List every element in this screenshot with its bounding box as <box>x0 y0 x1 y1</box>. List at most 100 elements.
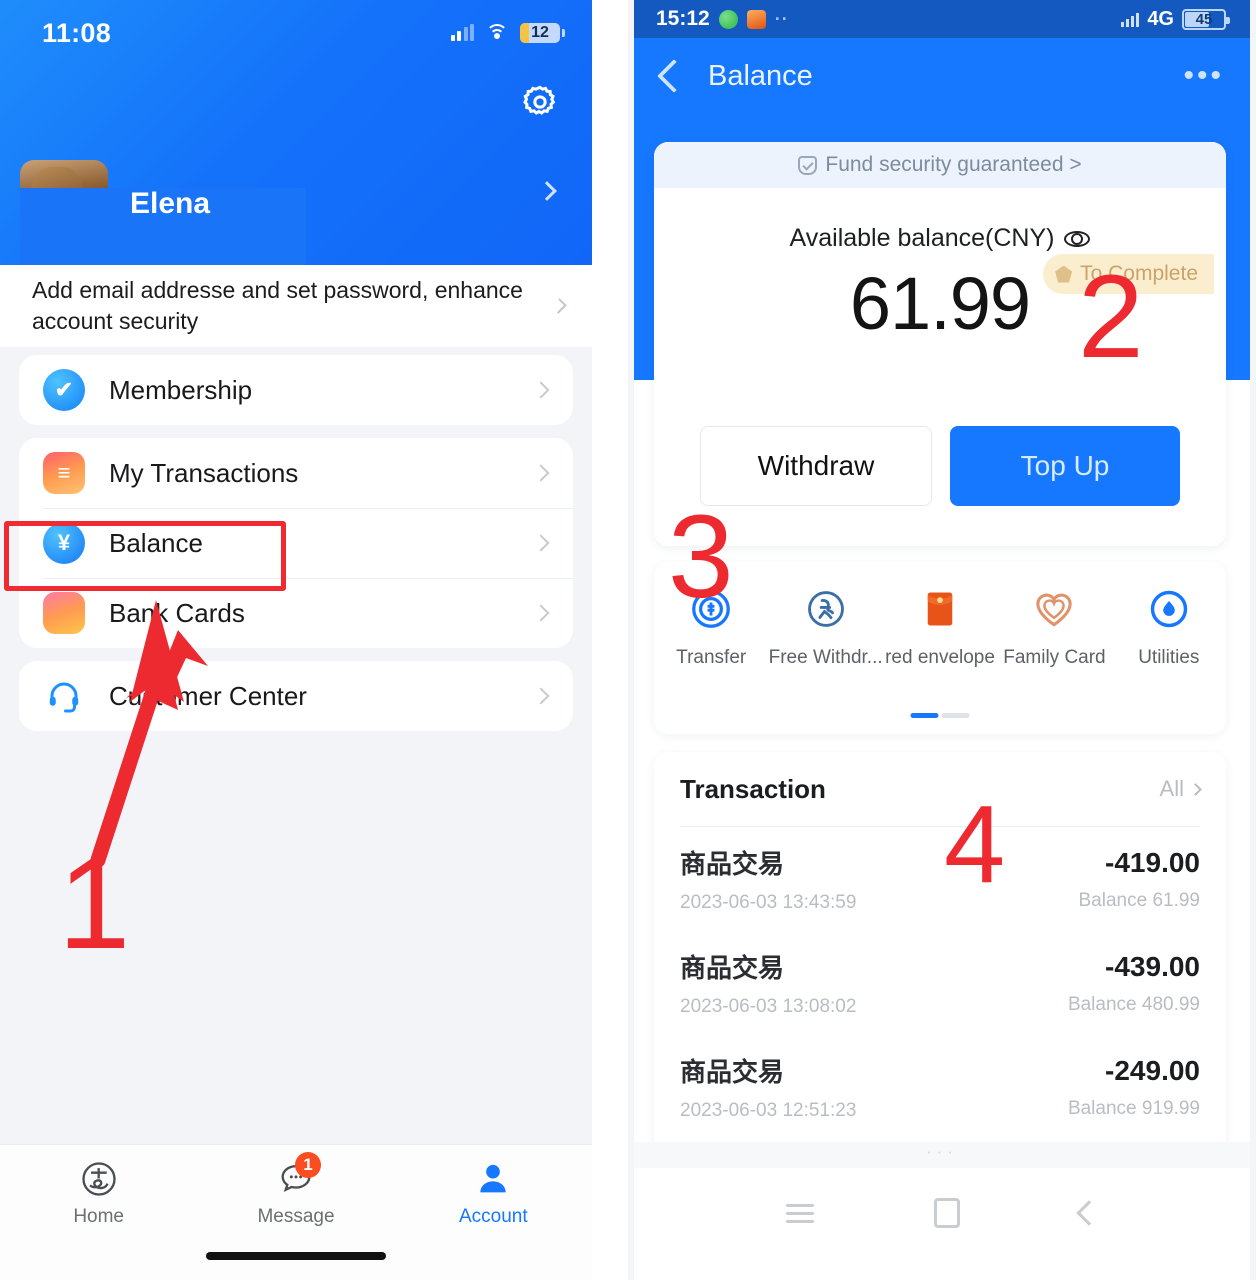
transaction-datetime: 2023-06-03 13:08:02 <box>680 996 857 1017</box>
sidebar-item-balance[interactable]: ¥ Balance <box>19 508 573 578</box>
tab-label: Home <box>73 1206 124 1227</box>
network-type: 4G <box>1147 7 1174 30</box>
profile-summary[interactable]: Elena <box>20 160 572 266</box>
notification-green-icon <box>718 9 738 29</box>
table-row[interactable]: 商品交易 2023-06-03 12:51:23 -249.00 Balance… <box>680 1035 1200 1139</box>
tab-label: Message <box>257 1206 335 1227</box>
service-family-card[interactable]: Family Card <box>997 584 1111 669</box>
transaction-all-link[interactable]: All <box>1159 776 1202 802</box>
transaction-header: Transaction All <box>680 752 1202 826</box>
transaction-name: 商品交易 <box>680 953 785 983</box>
chevron-right-icon <box>532 381 550 399</box>
status-time: 15:12 <box>656 7 710 30</box>
badge-shield-icon <box>1055 265 1073 283</box>
bottom-tabbar: Home 1 Message Account <box>0 1144 592 1280</box>
balance-label-row: Available balance(CNY) <box>654 224 1226 253</box>
left-phone-account-screen: 11:08 12 Elena Add email addresse and se… <box>0 0 592 1280</box>
transaction-amount: -439.00 <box>1105 950 1200 982</box>
person-icon <box>472 1158 514 1200</box>
service-free-withdraw[interactable]: Free Withdr... <box>768 584 883 669</box>
android-nav-bar <box>634 1168 1250 1258</box>
home-indicator <box>206 1252 386 1260</box>
back-chevron-icon[interactable] <box>657 59 691 93</box>
transactions-icon: ≡ <box>43 452 85 494</box>
tab-account[interactable]: Account <box>395 1145 592 1241</box>
balance-yen-icon: ¥ <box>43 522 85 564</box>
back-chevron-icon[interactable] <box>1076 1200 1102 1226</box>
chevron-right-icon <box>532 604 550 622</box>
chevron-right-icon <box>532 534 550 552</box>
transaction-name: 商品交易 <box>680 849 785 879</box>
cellular-signal-icon <box>1121 12 1140 27</box>
services-pager[interactable] <box>910 713 970 718</box>
topup-button[interactable]: Top Up <box>950 426 1180 506</box>
transaction-datetime: 2023-06-03 13:43:59 <box>680 892 857 913</box>
cellular-signal-icon <box>450 24 474 41</box>
chevron-right-icon <box>532 687 550 705</box>
headset-icon <box>43 675 85 717</box>
account-menu-list: ✔ Membership ≡ My Transactions ¥ Balance <box>0 355 592 744</box>
transaction-datetime: 2023-06-03 12:51:23 <box>680 1100 857 1121</box>
page-title: Balance <box>708 59 813 92</box>
shield-check-icon <box>798 155 818 175</box>
tab-label: Account <box>458 1206 528 1227</box>
profile-chevron-right-icon[interactable] <box>537 181 557 203</box>
security-banner[interactable]: Add email addresse and set password, enh… <box>0 265 592 347</box>
service-label: red envelope <box>885 647 995 668</box>
more-horizontal-icon[interactable]: ••• <box>1183 61 1224 91</box>
withdraw-button[interactable]: Withdraw <box>700 426 932 506</box>
menu-label: Membership <box>109 374 253 405</box>
status-left: 15:12 ·· <box>656 7 789 31</box>
battery-icon: 12 <box>520 23 565 43</box>
chevron-right-icon <box>1189 782 1202 796</box>
service-red-envelope[interactable]: red envelope <box>883 584 997 669</box>
service-utilities[interactable]: Utilities <box>1112 584 1226 669</box>
table-row[interactable]: 商品交易 2023-06-03 13:08:02 -439.00 Balance… <box>680 931 1200 1035</box>
transaction-amount: -249.00 <box>1105 1054 1200 1086</box>
all-label: All <box>1159 776 1184 801</box>
sidebar-item-bank-cards[interactable]: Bank Cards <box>19 578 573 648</box>
tab-home[interactable]: Home <box>0 1145 197 1241</box>
menu-label: Customer Center <box>109 680 307 711</box>
chevron-right-icon <box>532 464 550 482</box>
status-right: 4G 45 <box>1121 7 1230 31</box>
status-badge-to-complete[interactable]: To Complete <box>1043 254 1214 294</box>
table-row[interactable]: 商品交易 2023-06-03 13:43:59 -419.00 Balance… <box>680 827 1200 931</box>
user-name: Elena <box>130 187 211 220</box>
sidebar-item-membership[interactable]: ✔ Membership <box>19 355 573 425</box>
screenshot-stage: 11:08 12 Elena Add email addresse and se… <box>0 0 1256 1280</box>
fund-security-notice[interactable]: Fund security guaranteed > <box>654 142 1226 188</box>
message-badge: 1 <box>294 1152 321 1178</box>
transaction-card: Transaction All 商品交易 2023-06-03 13:43:59… <box>654 752 1226 1164</box>
service-label: Transfer <box>676 647 747 668</box>
membership-icon: ✔ <box>43 369 85 411</box>
security-banner-text: Add email addresse and set password, enh… <box>32 276 523 334</box>
bank-card-icon <box>43 592 85 634</box>
gear-icon[interactable] <box>520 82 560 122</box>
menu-card-finance: ≡ My Transactions ¥ Balance Bank Cards <box>19 438 573 648</box>
battery-percent: 12 <box>531 24 549 41</box>
status-badge-label: To Complete <box>1080 262 1198 285</box>
home-square-icon[interactable] <box>934 1198 960 1228</box>
red-envelope-icon <box>915 584 965 634</box>
service-label: Utilities <box>1138 647 1200 668</box>
balance-actions: Withdraw Top Up <box>700 426 1180 506</box>
menu-label: Bank Cards <box>109 597 245 628</box>
sidebar-item-my-transactions[interactable]: ≡ My Transactions <box>19 438 573 508</box>
transaction-balance: Balance 480.99 <box>1067 993 1200 1015</box>
service-transfer[interactable]: Transfer <box>654 584 768 669</box>
status-indicators: 12 <box>450 23 565 43</box>
chat-bubble-icon: 1 <box>275 1152 321 1200</box>
transaction-balance: Balance 919.99 <box>1067 1097 1200 1119</box>
menu-card-membership: ✔ Membership <box>19 355 573 425</box>
services-grid: Transfer Free Withdr... red envelope Fam… <box>654 562 1226 669</box>
sidebar-item-customer-center[interactable]: Customer Center <box>19 661 573 731</box>
alipay-home-icon <box>78 1158 120 1200</box>
menu-icon[interactable] <box>786 1199 814 1228</box>
tab-message[interactable]: 1 Message <box>197 1145 394 1241</box>
eye-icon[interactable] <box>1064 230 1091 247</box>
transaction-title: Transaction <box>680 773 826 804</box>
menu-card-support: Customer Center <box>19 661 573 731</box>
free-withdraw-icon <box>801 584 851 634</box>
scroll-hint-dots: ··· <box>634 1142 1250 1168</box>
